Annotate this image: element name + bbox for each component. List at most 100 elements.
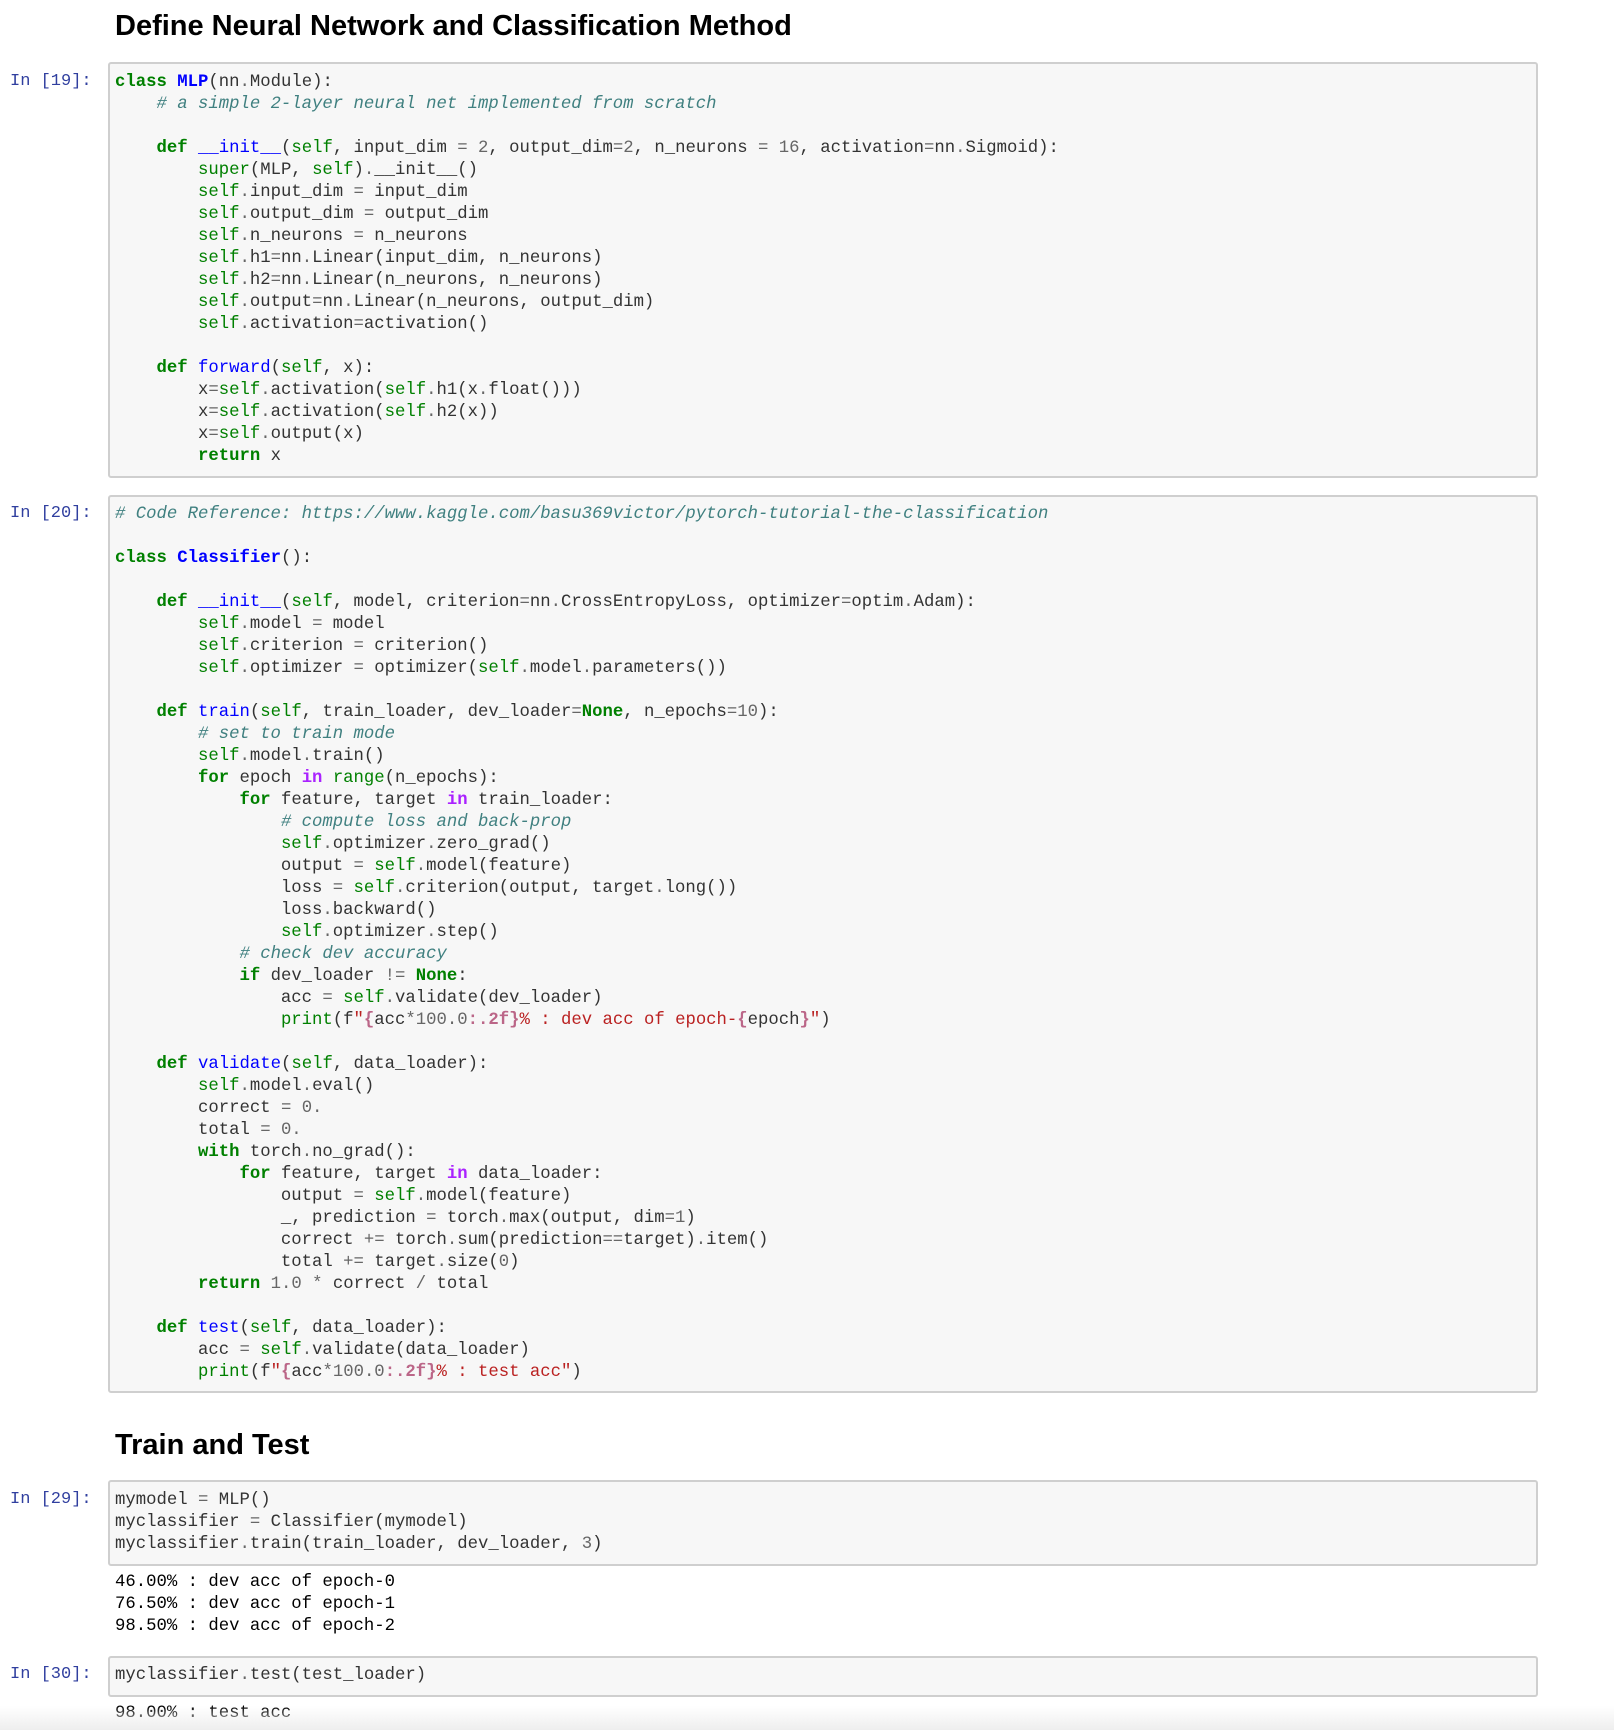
output-line: 98.50% : dev acc of epoch-2	[115, 1617, 396, 1636]
code-text: total	[115, 1253, 344, 1272]
code-line: def validate(self, data_loader):	[115, 1054, 1048, 1076]
code-operator: .	[426, 381, 437, 400]
code-builtin: self	[197, 637, 240, 656]
code-operator: .	[343, 293, 354, 312]
code-text: correct	[115, 1099, 281, 1118]
code-operator: =	[322, 989, 333, 1008]
section-heading-train-test: Train and Test	[115, 1429, 310, 1461]
code-line: self.activation=activation()	[115, 314, 1059, 336]
code-text: h1(x	[436, 381, 478, 400]
code-builtin: self	[197, 747, 240, 766]
code-text: )	[353, 161, 364, 180]
code-line: def train(self, train_loader, dev_loader…	[115, 702, 1048, 724]
code-editor-30[interactable]: myclassifier.test(test_loader)	[115, 1665, 426, 1687]
code-line: correct = 0.	[115, 1098, 1048, 1120]
code-operator-word: in	[446, 1165, 468, 1184]
code-function-name: validate	[197, 1055, 281, 1074]
code-line: loss = self.criterion(output, target.lon…	[115, 878, 1048, 900]
code-line: acc = self.validate(data_loader)	[115, 1340, 1048, 1362]
code-text: max(output, dim	[509, 1209, 665, 1228]
code-text: activation	[249, 315, 354, 334]
code-line: def forward(self, x):	[115, 358, 1059, 380]
code-operator: .	[903, 593, 914, 612]
code-text: nn	[322, 293, 344, 312]
code-text: CrossEntropyLoss, optimizer	[560, 593, 841, 612]
code-text: data_loader:	[467, 1165, 603, 1184]
code-editor-19[interactable]: class MLP(nn.Module): # a simple 2-layer…	[115, 72, 1059, 468]
code-text: eval()	[312, 1077, 375, 1096]
code-text: loss	[115, 879, 333, 898]
code-keyword: def	[156, 593, 188, 612]
code-line: class MLP(nn.Module):	[115, 72, 1059, 94]
code-operator: .	[415, 1187, 427, 1206]
code-builtin: print	[197, 1363, 250, 1382]
code-text: Linear(n_neurons, output_dim)	[353, 293, 655, 312]
code-keyword: def	[156, 359, 188, 378]
code-text: parameters())	[592, 659, 727, 678]
code-line: self.n_neurons = n_neurons	[115, 226, 1059, 248]
code-operator: !=	[384, 967, 406, 986]
code-line: myclassifier.train(train_loader, dev_loa…	[115, 1534, 602, 1556]
code-keyword: None	[415, 967, 458, 986]
code-operator: .	[301, 747, 313, 766]
code-operator: .	[239, 1666, 250, 1685]
code-operator: =	[457, 139, 468, 158]
code-operator: =	[426, 1209, 437, 1228]
code-operator: .	[384, 989, 396, 1008]
code-number: 16	[778, 139, 800, 158]
code-comment: # Code Reference: https://www.kaggle.com…	[115, 505, 1049, 524]
code-line: self.output_dim = output_dim	[115, 204, 1059, 226]
code-line: self.optimizer.step()	[115, 922, 1048, 944]
code-operator: =	[519, 593, 530, 612]
code-operator: .	[695, 1231, 707, 1250]
code-text: (	[270, 359, 281, 378]
code-text: myclassifier	[115, 1513, 250, 1532]
code-text: input_dim	[249, 183, 354, 202]
code-operator: =	[249, 1513, 261, 1532]
code-line: return 1.0 * correct / total	[115, 1274, 1048, 1296]
cell-output-29: 46.00% : dev acc of epoch-0 76.50% : dev …	[115, 1572, 395, 1638]
code-operator: =	[260, 1121, 271, 1140]
code-editor-29[interactable]: mymodel = MLP() myclassifier = Classifier…	[115, 1490, 602, 1556]
code-operator: .	[550, 593, 561, 612]
code-text: torch	[436, 1209, 499, 1228]
code-comment: # compute loss and back-prop	[280, 813, 572, 832]
code-operator: .	[239, 1535, 250, 1554]
output-line: 76.50% : dev acc of epoch-1	[115, 1595, 396, 1614]
code-comment: # a simple 2-layer neural net implemente…	[156, 95, 717, 114]
code-text: optimizer	[249, 659, 354, 678]
code-text: model(feature)	[426, 857, 572, 876]
code-operator: =	[841, 593, 852, 612]
code-string-interp: {	[363, 1011, 375, 1030]
code-builtin: self	[343, 989, 385, 1008]
code-text: target)	[623, 1231, 696, 1250]
code-operator: .	[239, 747, 250, 766]
code-text: optimizer	[332, 923, 427, 942]
code-keyword: return	[197, 1275, 261, 1294]
code-editor-20[interactable]: # Code Reference: https://www.kaggle.com…	[115, 504, 1048, 1384]
code-function-name: forward	[197, 359, 271, 378]
code-text: optim	[851, 593, 904, 612]
code-text: step()	[436, 923, 499, 942]
code-text: , n_neurons	[633, 139, 759, 158]
code-line: if dev_loader != None:	[115, 966, 1048, 988]
code-builtin: self	[280, 359, 323, 378]
